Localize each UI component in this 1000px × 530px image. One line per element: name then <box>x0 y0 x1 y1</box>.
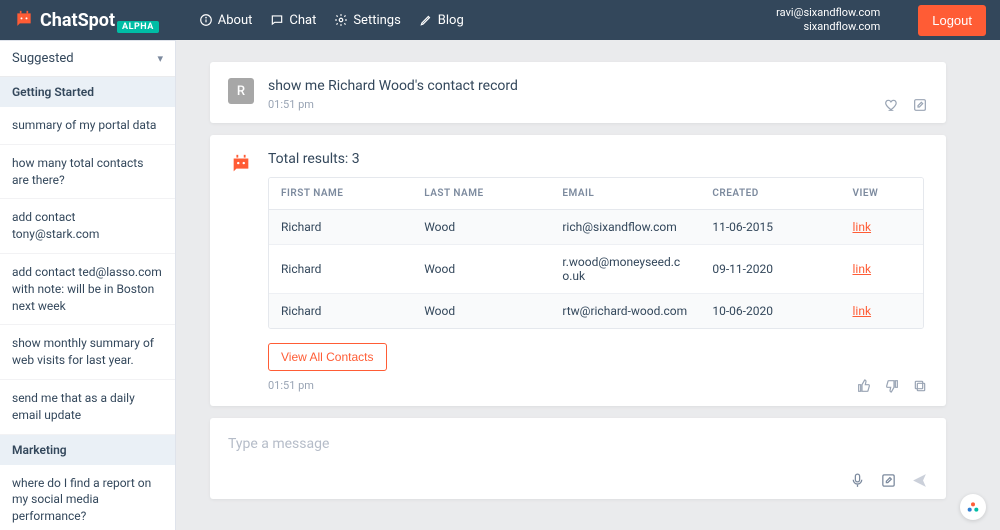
user-avatar: R <box>228 78 254 104</box>
response-title: Total results: 3 <box>268 151 924 167</box>
sidebar-item[interactable]: add contact ted@lasso.com with note: wil… <box>0 254 175 325</box>
nav-chat[interactable]: Chat <box>270 13 316 28</box>
brand-name: ChatSpot <box>40 10 115 31</box>
sidebar-item[interactable]: show monthly summary of web visits for l… <box>0 325 175 380</box>
send-icon[interactable] <box>911 472 928 489</box>
gear-icon <box>334 13 348 27</box>
nav-blog-label: Blog <box>438 13 464 28</box>
hubspot-icon <box>965 499 981 515</box>
thumbs-down-icon[interactable] <box>884 378 900 394</box>
content-area: R show me Richard Wood's contact record … <box>176 40 1000 530</box>
message-input-card: Type a message <box>210 418 946 499</box>
nav-blog[interactable]: Blog <box>419 13 464 28</box>
bot-avatar-icon <box>228 151 254 177</box>
table-row: Richard Wood r.wood@moneyseed.co.uk 09-1… <box>269 245 923 294</box>
sidebar-dropdown-label: Suggested <box>12 51 74 66</box>
message-input[interactable]: Type a message <box>228 432 928 472</box>
sidebar-item[interactable]: summary of my portal data <box>0 107 175 145</box>
chevron-down-icon: ▾ <box>157 52 163 65</box>
user-query-card: R show me Richard Wood's contact record … <box>210 62 946 123</box>
sidebar-section-getting-started: Getting Started <box>0 77 175 107</box>
chatspot-logo-icon <box>14 10 34 30</box>
sidebar-item[interactable]: send me that as a daily email update <box>0 380 175 435</box>
nav-about-label: About <box>218 13 253 28</box>
thumbs-up-icon[interactable] <box>856 378 872 394</box>
compose-icon[interactable] <box>880 472 897 489</box>
info-icon <box>199 13 213 27</box>
col-email: EMAIL <box>550 178 700 210</box>
nav-chat-label: Chat <box>289 13 316 28</box>
query-text: show me Richard Wood's contact record <box>268 78 924 94</box>
user-org: sixandflow.com <box>776 20 880 34</box>
copy-icon[interactable] <box>912 378 928 394</box>
nav-about[interactable]: About <box>199 13 253 28</box>
sidebar-item[interactable]: add contact tony@stark.com <box>0 199 175 254</box>
chat-icon <box>270 13 284 27</box>
logout-button[interactable]: Logout <box>918 5 986 36</box>
user-email: ravi@sixandflow.com <box>776 6 880 20</box>
view-link[interactable]: link <box>852 262 871 276</box>
results-table: FIRST NAME LAST NAME EMAIL CREATED VIEW … <box>268 177 924 329</box>
pencil-icon <box>419 13 433 27</box>
floating-help-button[interactable] <box>960 494 986 520</box>
col-lastname: LAST NAME <box>412 178 550 210</box>
edit-icon[interactable] <box>912 97 928 113</box>
sidebar-dropdown[interactable]: Suggested ▾ <box>0 41 175 77</box>
alpha-badge: ALPHA <box>117 21 159 33</box>
view-all-contacts-button[interactable]: View All Contacts <box>268 343 387 371</box>
table-row: Richard Wood rich@sixandflow.com 11-06-2… <box>269 210 923 245</box>
sidebar-item[interactable]: how many total contacts are there? <box>0 145 175 200</box>
user-info: ravi@sixandflow.com sixandflow.com <box>776 6 880 35</box>
view-link[interactable]: link <box>852 220 871 234</box>
view-link[interactable]: link <box>852 304 871 318</box>
col-firstname: FIRST NAME <box>269 178 412 210</box>
top-nav: About Chat Settings Blog <box>199 13 464 28</box>
sidebar-section-marketing: Marketing <box>0 435 175 465</box>
heart-icon[interactable] <box>884 97 900 113</box>
microphone-icon[interactable] <box>849 472 866 489</box>
response-timestamp: 01:51 pm <box>268 379 924 392</box>
sidebar-item[interactable]: where do I find a report on my social me… <box>0 465 175 530</box>
col-created: CREATED <box>700 178 840 210</box>
brand: ChatSpot ALPHA <box>14 10 159 31</box>
response-card: Total results: 3 FIRST NAME LAST NAME EM… <box>210 135 946 406</box>
col-view: VIEW <box>840 178 923 210</box>
sidebar: Suggested ▾ Getting Started summary of m… <box>0 40 176 530</box>
query-timestamp: 01:51 pm <box>268 98 924 111</box>
table-row: Richard Wood rtw@richard-wood.com 10-06-… <box>269 294 923 328</box>
nav-settings-label: Settings <box>353 13 400 28</box>
nav-settings[interactable]: Settings <box>334 13 400 28</box>
topbar: ChatSpot ALPHA About Chat Settings Blog … <box>0 0 1000 40</box>
